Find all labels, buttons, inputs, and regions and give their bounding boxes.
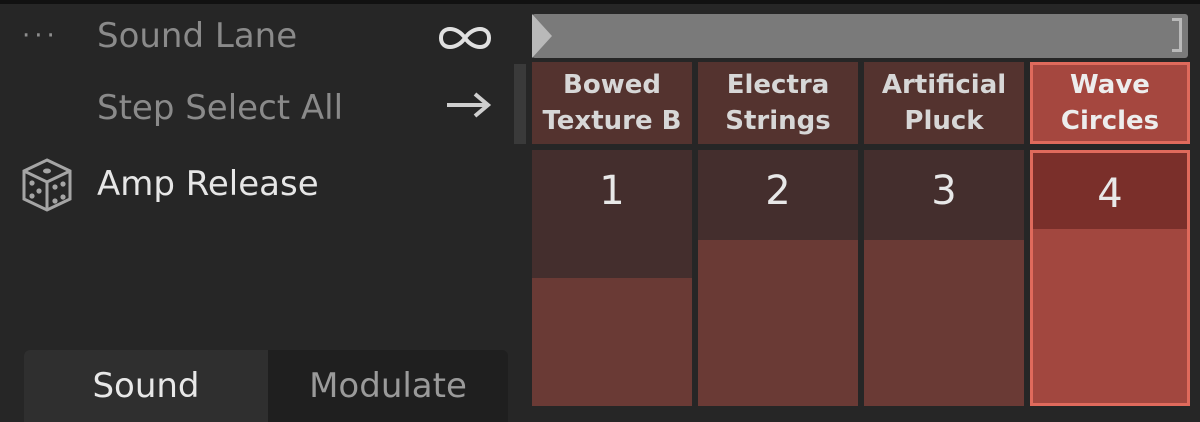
sound-lane-label: Sound Lane [97, 16, 298, 56]
step-number: 1 [599, 168, 625, 214]
sound-name-line1: Wave [1070, 70, 1150, 100]
amp-release-fill[interactable] [532, 278, 692, 406]
arrow-right-icon[interactable] [443, 90, 493, 120]
sound-name-line1: Artificial [881, 70, 1007, 100]
loop-start-handle[interactable] [532, 14, 552, 58]
amp-release-fill[interactable] [864, 240, 1024, 406]
step-column-1[interactable]: 1 [532, 150, 692, 406]
loop-range-bar[interactable] [532, 14, 1188, 58]
tab-sound[interactable]: Sound [24, 350, 268, 422]
panel-tabs: Sound Modulate [24, 350, 508, 422]
amp-release-label: Amp Release [97, 164, 319, 204]
sound-name-line2: Circles [1060, 106, 1160, 136]
sound-header-3[interactable]: Artificial Pluck [864, 62, 1024, 144]
sound-name-line1: Electra [726, 70, 830, 100]
amp-release-fill[interactable] [1033, 229, 1187, 403]
step-select-all-label[interactable]: Step Select All [97, 88, 343, 128]
sound-name-line2: Texture B [542, 106, 682, 136]
loop-end-handle[interactable] [1172, 18, 1182, 52]
sound-header-2[interactable]: Electra Strings [698, 62, 858, 144]
step-column-3[interactable]: 3 [864, 150, 1024, 406]
infinity-icon[interactable] [435, 18, 495, 58]
top-border [0, 0, 1200, 4]
tab-modulate[interactable]: Modulate [268, 350, 508, 422]
sound-name-line1: Bowed [563, 70, 661, 100]
sound-header-1[interactable]: Bowed Texture B [532, 62, 692, 144]
amp-release-fill[interactable] [698, 240, 858, 406]
panel-divider [514, 64, 526, 144]
sound-header-4[interactable]: Wave Circles [1030, 62, 1190, 144]
step-number: 2 [765, 168, 791, 214]
step-number: 4 [1097, 171, 1123, 217]
step-number: 3 [931, 168, 957, 214]
more-options-icon[interactable]: ··· [22, 23, 59, 49]
dice-icon[interactable] [18, 156, 76, 214]
step-column-2[interactable]: 2 [698, 150, 858, 406]
sound-name-line2: Strings [725, 106, 831, 136]
step-column-4[interactable]: 4 [1030, 150, 1190, 406]
sound-name-line2: Pluck [904, 106, 984, 136]
